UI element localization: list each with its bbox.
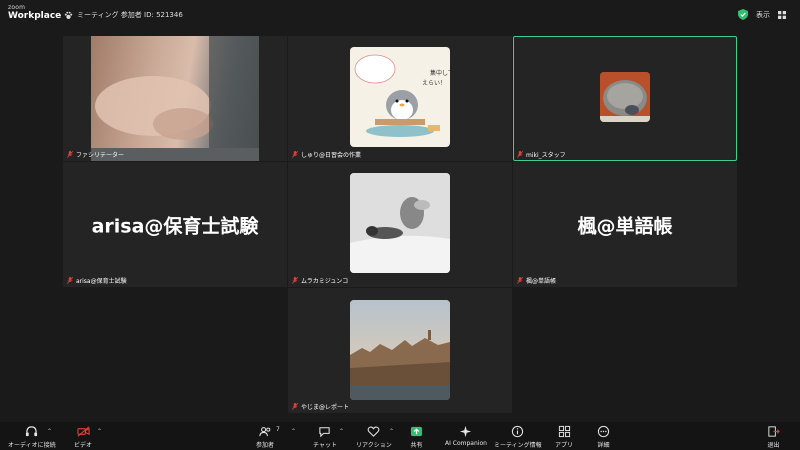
info-icon <box>512 425 524 438</box>
leave-button[interactable]: 退出 <box>767 425 780 449</box>
headphones-icon <box>26 426 38 437</box>
apps-icon <box>558 425 570 438</box>
video-tile-murakami[interactable]: ムラカミジュンコ <box>288 162 512 287</box>
grid-view-icon[interactable] <box>778 10 786 19</box>
video-tile-kaede[interactable]: 楓@単語帳 楓@単語帳 <box>513 162 737 287</box>
reactions-button[interactable]: リアクション <box>356 425 392 449</box>
heart-icon <box>367 426 380 437</box>
more-details-button[interactable]: 詳細 <box>597 425 610 449</box>
video-tile-yajima[interactable]: やじま@レポート <box>288 288 512 413</box>
paw-icon <box>64 11 73 19</box>
video-tile-facilitator[interactable]: ファシリテーター <box>63 36 287 161</box>
participant-name-label: ファシリテーター <box>67 150 124 159</box>
leave-icon <box>768 426 780 437</box>
muted-mic-icon <box>67 277 73 284</box>
share-screen-icon <box>410 426 423 437</box>
participant-display-name: 楓@単語帳 <box>577 215 673 237</box>
brand-name: Workplace <box>8 11 62 21</box>
participants-options-caret[interactable]: ⌃ <box>291 428 296 435</box>
meeting-info-text: ミーティング 参加者 ID: 521346 <box>77 11 183 19</box>
muted-mic-icon <box>517 277 523 284</box>
avatar <box>350 173 450 273</box>
participant-display-name: arisa@保育士試験 <box>91 215 259 237</box>
share-button[interactable]: 共有 <box>410 425 423 449</box>
participants-count: 7 <box>276 426 280 433</box>
meeting-toolbar: オーディオに接続 ⌃ ビデオ ⌃ 参加者 7 ⌃ チャット ⌃ リアクション ⌃… <box>0 422 800 450</box>
participant-name-label: arisa@保育士試験 <box>67 276 127 285</box>
video-tile-arisa[interactable]: arisa@保育士試験 arisa@保育士試験 <box>63 162 287 287</box>
avatar <box>600 72 650 122</box>
zoom-logo: zoom Workplace <box>8 5 61 21</box>
participant-name-label: 楓@単語帳 <box>517 276 556 285</box>
participant-name-label: ムラカミジュンコ <box>292 276 348 285</box>
participant-name-label: しゅり@日習会の作業 <box>292 150 361 159</box>
video-button[interactable]: ビデオ <box>74 425 92 449</box>
audio-options-caret[interactable]: ⌃ <box>47 428 52 435</box>
top-bar: zoom Workplace ミーティング 参加者 ID: 521346 表示 <box>0 0 800 30</box>
meeting-info[interactable]: ミーティング 参加者 ID: 521346 <box>64 10 183 20</box>
apps-button[interactable]: アプリ <box>555 425 573 449</box>
video-options-caret[interactable]: ⌃ <box>97 428 102 435</box>
participants-button[interactable]: 参加者 <box>256 425 274 449</box>
chat-options-caret[interactable]: ⌃ <box>339 428 344 435</box>
chat-button[interactable]: チャット <box>313 425 337 449</box>
participants-icon <box>258 427 270 437</box>
avatar-art-text-1: 集中して <box>430 69 450 77</box>
camera-video <box>91 36 259 161</box>
more-icon <box>597 425 610 438</box>
shield-icon[interactable] <box>738 9 748 20</box>
avatar: 集中して えらい！ <box>350 47 450 147</box>
avatar <box>350 300 450 400</box>
video-tile-shuri[interactable]: 集中して えらい！ しゅり@日習会の作業 <box>288 36 512 161</box>
muted-mic-icon <box>292 151 298 158</box>
muted-mic-icon <box>292 403 298 410</box>
avatar-art-text-2: えらい！ <box>422 80 446 87</box>
video-tile-miki[interactable]: miki_スタッフ <box>513 36 737 161</box>
muted-mic-icon <box>517 151 523 158</box>
ai-companion-button[interactable]: AI Companion <box>445 425 487 447</box>
participant-name-label: やじま@レポート <box>292 402 349 411</box>
meeting-info-button[interactable]: ミーティング情報 <box>494 425 542 449</box>
muted-mic-icon <box>292 277 298 284</box>
view-button[interactable]: 表示 <box>756 10 770 20</box>
chat-icon <box>319 427 331 438</box>
muted-mic-icon <box>67 151 73 158</box>
reactions-options-caret[interactable]: ⌃ <box>389 428 394 435</box>
video-off-icon <box>76 426 90 437</box>
participant-name-label: miki_スタッフ <box>517 150 566 159</box>
sparkle-icon <box>460 425 472 438</box>
